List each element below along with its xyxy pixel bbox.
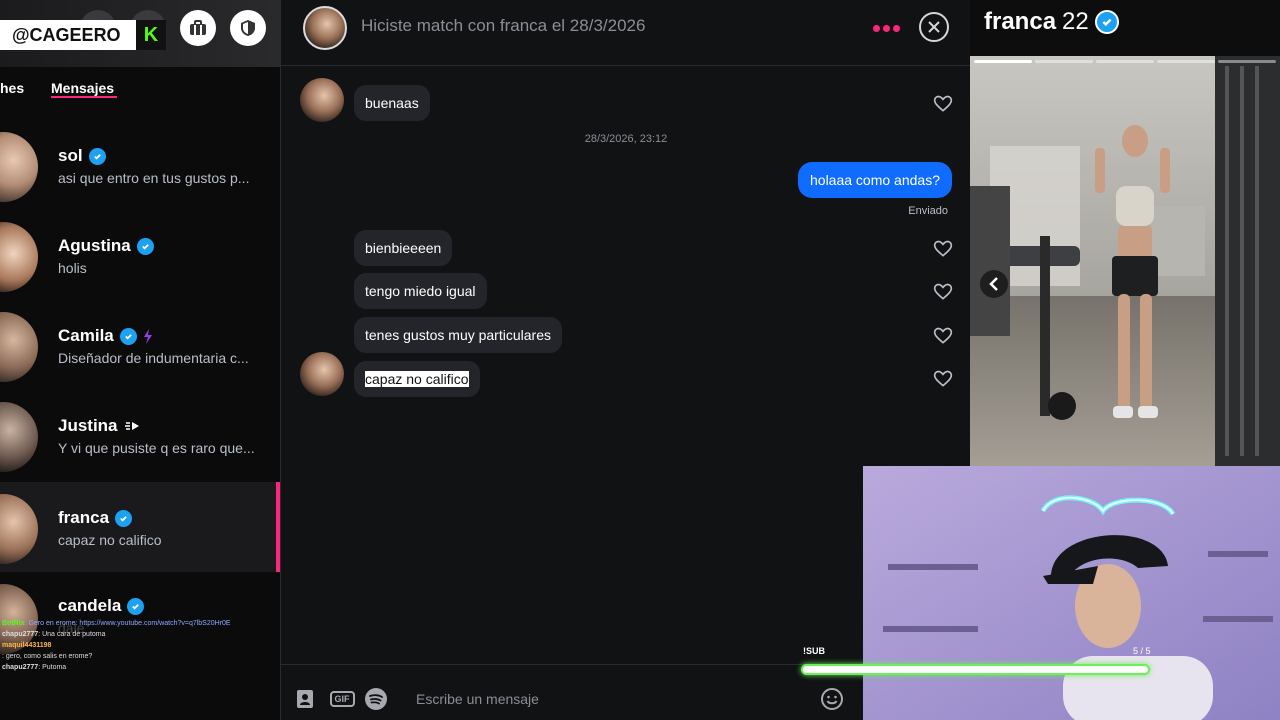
verified-icon — [88, 147, 106, 165]
sent-status: Enviado — [908, 205, 948, 217]
like-heart-icon[interactable] — [933, 282, 953, 302]
avatar — [0, 312, 38, 382]
shield-icon[interactable] — [230, 10, 266, 46]
sub-goal-count: 5 / 5 — [1133, 646, 1151, 656]
chevron-left-icon — [989, 277, 998, 291]
like-heart-icon[interactable] — [933, 239, 953, 259]
channel-handle: @CAGEERO — [0, 20, 136, 50]
avatar — [0, 494, 38, 564]
sub-goal-progress-bar — [801, 664, 1150, 675]
like-heart-icon[interactable] — [933, 326, 953, 346]
more-options-icon[interactable] — [873, 25, 900, 32]
conversation-name: sol — [58, 146, 106, 166]
chat-line: maquil4431198 — [2, 642, 52, 649]
like-heart-icon[interactable] — [933, 369, 953, 389]
profile-age: 22 — [1062, 8, 1089, 35]
webcam-feed — [863, 466, 1280, 720]
incoming-message[interactable]: bienbieeeen — [354, 230, 453, 266]
screen: @CAGEERO K hes Mensajes sol asi que entr… — [0, 0, 1280, 720]
chat-header: Hiciste match con franca el 28/3/2026 — [281, 0, 971, 66]
gym-photo — [970, 56, 1280, 466]
tab-messages[interactable]: Mensajes — [51, 80, 114, 96]
sidebar: @CAGEERO K hes Mensajes sol asi que entr… — [0, 0, 280, 720]
conversation-preview: holis — [58, 260, 87, 276]
incoming-message[interactable]: tenes gustos muy particulares — [354, 317, 562, 353]
kick-logo: K — [136, 20, 166, 50]
conversation-name: candela — [58, 596, 145, 616]
conversation-item-sol[interactable]: sol asi que entro en tus gustos p... — [0, 120, 280, 210]
conversation-name: Camila — [58, 326, 153, 346]
match-info: Hiciste match con franca el 28/3/2026 — [361, 16, 646, 35]
conversation-item-justina[interactable]: Justina Y vi que pusiste q es raro que..… — [0, 390, 280, 480]
conversation-preview: asi que entro en tus gustos p... — [58, 170, 250, 186]
selected-message-text: capaz no califico — [365, 371, 469, 387]
match-avatar[interactable] — [303, 6, 347, 50]
avatar — [0, 402, 38, 472]
tab-matches[interactable]: hes — [0, 80, 24, 96]
sidebar-tabs: hes Mensajes — [0, 67, 280, 117]
verified-icon — [1094, 10, 1119, 34]
conversation-preview: capaz no califico — [58, 532, 162, 548]
profile-panel: franca 22 — [970, 0, 1280, 466]
conversation-name: Justina — [58, 416, 140, 436]
verified-icon — [127, 597, 145, 615]
verified-icon — [115, 509, 133, 527]
conversation-name: Agustina — [58, 236, 154, 256]
lightning-icon — [143, 328, 152, 344]
avatar — [0, 132, 38, 202]
message-avatar — [300, 352, 344, 396]
profile-photo[interactable] — [970, 56, 1280, 466]
close-chat-button[interactable] — [919, 12, 949, 42]
conversation-name: franca — [58, 508, 133, 528]
message-avatar — [300, 78, 344, 122]
emoji-icon[interactable] — [820, 687, 844, 711]
contact-card-icon[interactable] — [293, 687, 317, 711]
conversation-item-franca[interactable]: franca capaz no califico — [0, 482, 280, 572]
sub-goal-label: !SUB — [803, 646, 825, 656]
message-input[interactable] — [416, 688, 796, 710]
message-timestamp: 28/3/2026, 23:12 — [584, 133, 668, 145]
streamer-webcam — [863, 466, 1280, 720]
active-tab-indicator — [51, 96, 117, 98]
close-icon — [928, 21, 940, 33]
conversation-item-camila[interactable]: Camila Diseñador de indumentaria c... — [0, 300, 280, 390]
photo-progress-bars — [974, 60, 1276, 63]
spotify-icon[interactable] — [364, 687, 388, 711]
incoming-message[interactable]: capaz no califico — [354, 361, 480, 397]
conversation-preview: Y vi que pusiste q es raro que... — [58, 440, 255, 456]
previous-photo-button[interactable] — [980, 270, 1008, 298]
incoming-message[interactable]: buenaas — [354, 85, 430, 121]
avatar — [0, 222, 38, 292]
incoming-message[interactable]: tengo miedo igual — [354, 273, 487, 309]
like-heart-icon[interactable] — [933, 94, 953, 114]
outgoing-message[interactable]: holaaa como andas? — [798, 162, 952, 198]
gif-button[interactable]: GIF — [328, 687, 356, 711]
boost-icon — [124, 422, 139, 430]
chat-line: BotRix: Gero en erome: https://www.youtu… — [2, 620, 231, 627]
conversation-preview: Diseñador de indumentaria c... — [58, 350, 249, 366]
profile-title: franca 22 — [984, 8, 1119, 36]
chat-line: chapu2777: Putoma — [2, 664, 67, 671]
briefcase-icon[interactable] — [180, 10, 216, 46]
chat-line: : gero, como salis en erome? — [2, 653, 93, 660]
verified-icon — [119, 327, 137, 345]
sidebar-header: @CAGEERO K — [0, 0, 280, 67]
verified-icon — [136, 237, 154, 255]
stream-chat-overlay: BotRix: Gero en erome: https://www.youtu… — [0, 618, 280, 720]
conversation-item-agustina[interactable]: Agustina holis — [0, 210, 280, 300]
chat-line: chapu2777: Una cara de putoma — [2, 631, 106, 638]
